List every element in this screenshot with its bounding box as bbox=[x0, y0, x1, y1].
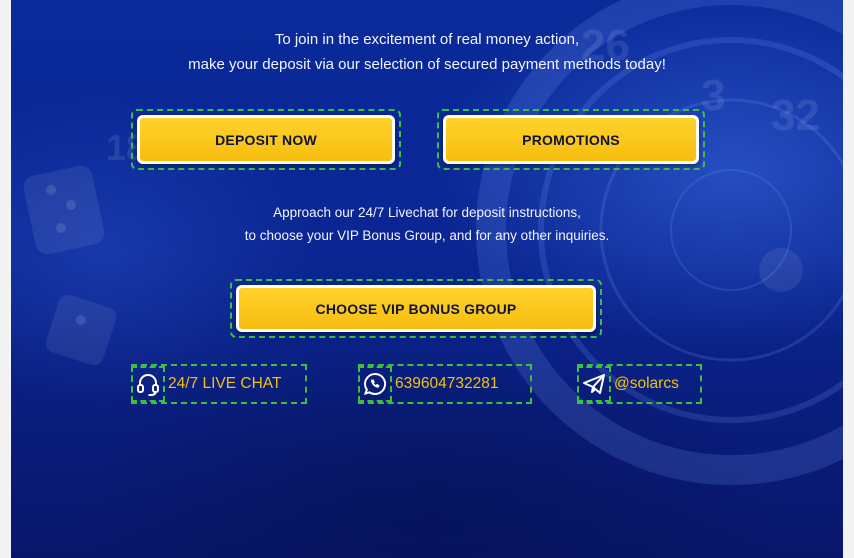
telegram-link[interactable]: @solarcs bbox=[577, 364, 702, 404]
live-chat-link[interactable]: 24/7 LIVE CHAT bbox=[131, 364, 307, 404]
telegram-handle: @solarcs bbox=[614, 375, 679, 392]
promotions-button[interactable]: PROMOTIONS bbox=[443, 115, 699, 164]
vip-button-wrapper: CHOOSE VIP BONUS GROUP bbox=[230, 279, 602, 338]
promotions-button-wrapper: PROMOTIONS bbox=[437, 109, 705, 170]
deposit-button-wrapper: DEPOSIT NOW bbox=[131, 109, 401, 170]
whatsapp-number: 639604732281 bbox=[395, 375, 499, 392]
whatsapp-link[interactable]: 639604732281 bbox=[358, 364, 532, 404]
svg-text:32: 32 bbox=[771, 91, 820, 140]
intro-line-1: To join in the excitement of real money … bbox=[274, 31, 580, 48]
intro-line-2: make your deposit via our selection of s… bbox=[188, 56, 666, 73]
whatsapp-icon bbox=[358, 366, 392, 402]
info-line-2: to choose your VIP Bonus Group, and for … bbox=[244, 228, 610, 243]
info-line-1: Approach our 24/7 Livechat for deposit i… bbox=[273, 205, 581, 220]
headset-icon bbox=[131, 366, 165, 402]
live-chat-label: 24/7 LIVE CHAT bbox=[168, 375, 282, 392]
deposit-now-button[interactable]: DEPOSIT NOW bbox=[137, 115, 395, 164]
intro-text: To join in the excitement of real money … bbox=[11, 27, 843, 77]
telegram-icon bbox=[577, 366, 611, 402]
info-text: Approach our 24/7 Livechat for deposit i… bbox=[11, 201, 843, 247]
promo-panel: 26 3 32 18 To join in the excitement of … bbox=[11, 0, 843, 558]
choose-vip-bonus-group-button[interactable]: CHOOSE VIP BONUS GROUP bbox=[236, 285, 596, 332]
